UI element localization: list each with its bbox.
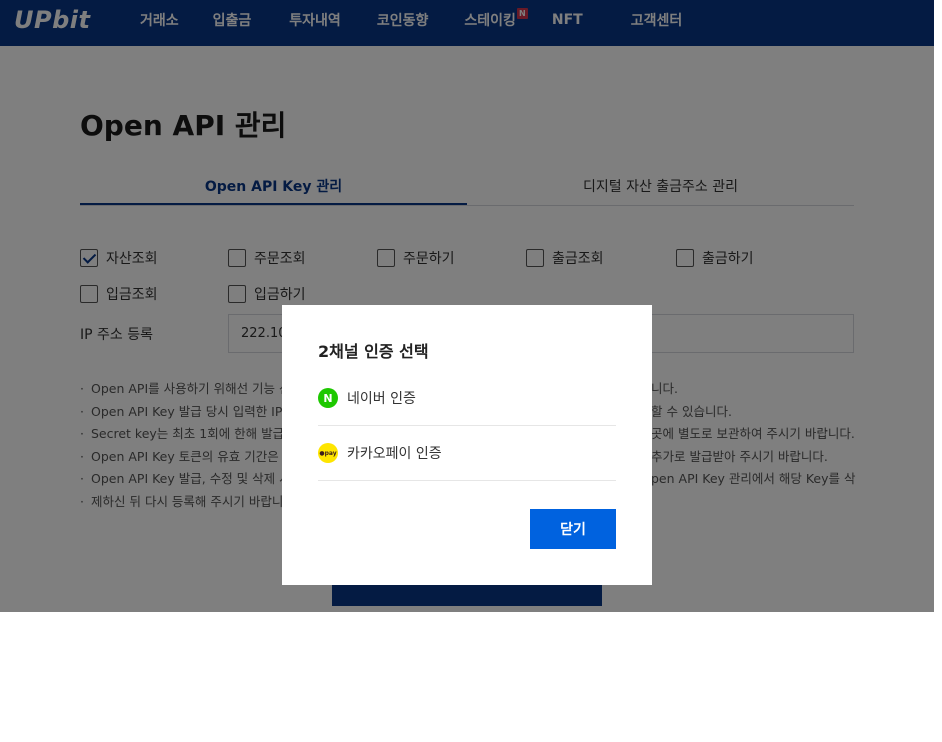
modal-title: 2채널 인증 선택 <box>318 342 429 361</box>
naver-icon: N <box>318 388 338 408</box>
naver-auth-option[interactable]: N 네이버 인증 <box>318 371 616 426</box>
kakaopay-auth-option[interactable]: ●pay 카카오페이 인증 <box>318 426 616 481</box>
page: UPbit 거래소 입출금 투자내역 코인동향 스테이킹 N NFT 고객센터 … <box>0 0 934 742</box>
two-channel-auth-modal: 2채널 인증 선택 N 네이버 인증 ●pay 카카오페이 인증 닫기 <box>282 305 652 585</box>
close-button[interactable]: 닫기 <box>530 509 616 549</box>
option-label: 카카오페이 인증 <box>347 446 442 462</box>
option-label: 네이버 인증 <box>347 391 416 407</box>
kakaopay-icon: ●pay <box>318 443 338 463</box>
